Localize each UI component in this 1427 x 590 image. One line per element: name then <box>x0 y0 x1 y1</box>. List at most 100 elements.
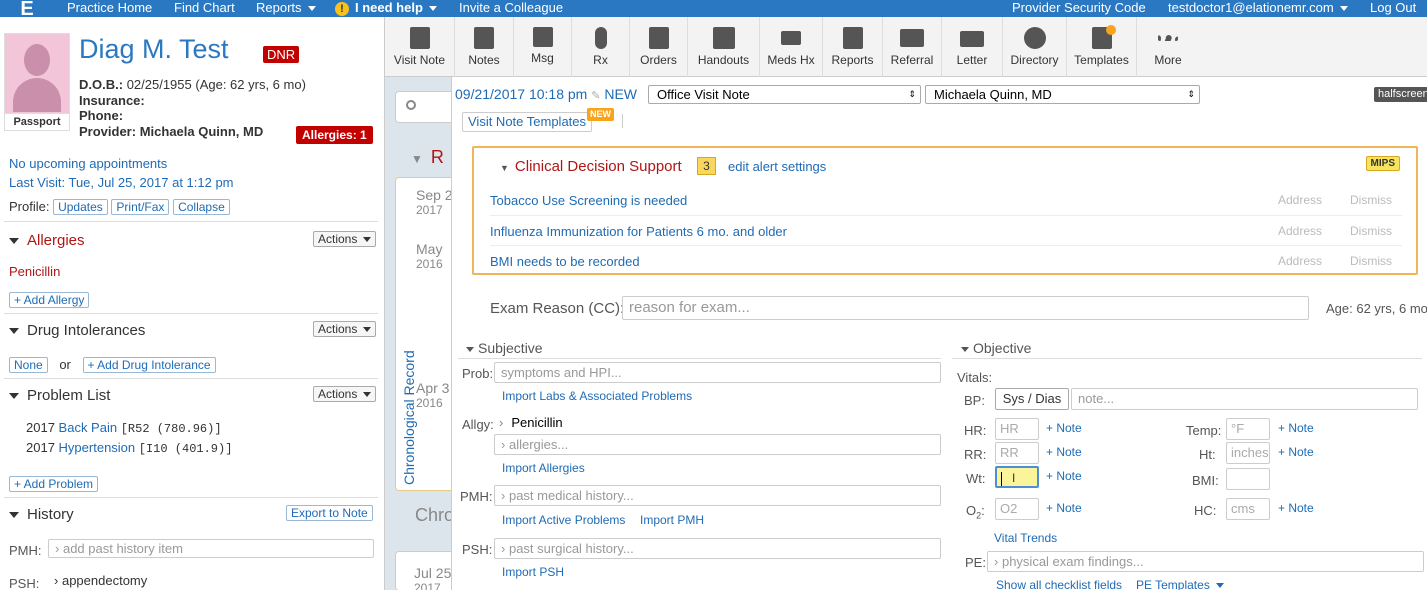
allergies-actions-button[interactable]: Actions <box>313 231 377 247</box>
toolbar-orders[interactable]: Orders <box>630 17 688 77</box>
objective-section-title[interactable]: Objective <box>961 340 1031 356</box>
bp-note-input[interactable]: note... <box>1071 388 1418 410</box>
address-link[interactable]: Address <box>1278 193 1322 207</box>
toolbar-notes[interactable]: Notes <box>455 17 514 77</box>
nav-invite-colleague[interactable]: Invite a Colleague <box>459 0 563 15</box>
bp-sys-dias-button[interactable]: Sys / Dias <box>995 388 1069 410</box>
hc-add-note-link[interactable]: + Note <box>1278 501 1314 515</box>
pe-templates-link[interactable]: PE Templates <box>1136 578 1224 590</box>
export-to-note-button[interactable]: Export to Note <box>286 505 373 521</box>
import-pmh-link[interactable]: Import PMH <box>640 513 704 527</box>
pmh-input[interactable]: › add past history item <box>48 539 374 558</box>
rr-add-note-link[interactable]: + Note <box>1046 445 1082 459</box>
wt-input[interactable]: I <box>995 466 1039 488</box>
o2-input[interactable]: O2 <box>995 498 1039 520</box>
toolbar-handouts[interactable]: Handouts <box>688 17 760 77</box>
exam-reason-input[interactable]: reason for exam... <box>622 296 1309 320</box>
edit-alert-settings-link[interactable]: edit alert settings <box>728 159 826 174</box>
hr-add-note-link[interactable]: + Note <box>1046 421 1082 435</box>
ht-input[interactable]: inches <box>1226 442 1270 464</box>
toolbar-directory[interactable]: Directory <box>1003 17 1067 77</box>
dismiss-link[interactable]: Dismiss <box>1350 254 1392 268</box>
last-visit[interactable]: Last Visit: Tue, Jul 25, 2017 at 1:12 pm <box>9 175 234 190</box>
nav-provider-security-code[interactable]: Provider Security Code <box>1012 0 1146 15</box>
note-datetime[interactable]: 09/21/2017 10:18 pm ✎ NEW <box>455 86 637 102</box>
insurance-label: Insurance: <box>79 93 145 108</box>
dismiss-link[interactable]: Dismiss <box>1350 193 1392 207</box>
toolbar-templates[interactable]: Templates <box>1067 17 1137 77</box>
address-link[interactable]: Address <box>1278 254 1322 268</box>
note-type-select[interactable]: Office Visit Note ⇕ <box>648 85 921 104</box>
nav-user-email[interactable]: testdoctor1@elationemr.com <box>1168 0 1348 15</box>
show-checklist-fields-link[interactable]: Show all checklist fields <box>996 578 1122 590</box>
vital-trends-link[interactable]: Vital Trends <box>994 531 1057 545</box>
o2-add-note-link[interactable]: + Note <box>1046 501 1082 515</box>
upcoming-appointments[interactable]: No upcoming appointments <box>9 156 167 171</box>
record-search-box[interactable] <box>395 91 455 123</box>
psh-item[interactable]: › appendectomy <box>54 573 147 588</box>
import-psh-link[interactable]: Import PSH <box>502 565 564 579</box>
drug-intolerances-section-title[interactable]: Drug Intolerances <box>9 322 145 339</box>
import-labs-link[interactable]: Import Labs & Associated Problems <box>502 389 692 403</box>
problem-name-link[interactable]: Hypertension <box>59 440 136 455</box>
chronological-record-tab[interactable]: Chronological Record <box>401 345 417 485</box>
address-link[interactable]: Address <box>1278 224 1322 238</box>
rr-input[interactable]: RR <box>995 442 1039 464</box>
pmh-input[interactable]: › past medical history... <box>494 485 941 506</box>
allergy-item[interactable]: Penicillin <box>9 264 60 279</box>
add-problem-button[interactable]: + Add Problem <box>9 476 99 492</box>
cds-title[interactable]: ▼ Clinical Decision Support <box>500 158 682 175</box>
visit-note-templates-button[interactable]: Visit Note Templates <box>462 112 593 132</box>
allergies-section-title[interactable]: Allergies <box>9 232 85 249</box>
pe-input[interactable]: › physical exam findings... <box>987 551 1424 572</box>
prob-input[interactable]: symptoms and HPI... <box>494 362 941 383</box>
subjective-section-title[interactable]: Subjective <box>466 340 543 356</box>
import-allergies-link[interactable]: Import Allergies <box>502 461 585 475</box>
print-fax-button[interactable]: Print/Fax <box>111 199 170 215</box>
divider <box>4 221 378 222</box>
ht-add-note-link[interactable]: + Note <box>1278 445 1314 459</box>
none-button[interactable]: None <box>9 357 48 373</box>
history-section-title[interactable]: History <box>9 506 74 523</box>
toolbar-referral[interactable]: Referral <box>883 17 942 77</box>
toolbar-rx[interactable]: Rx <box>572 17 630 77</box>
intolerances-actions-button[interactable]: Actions <box>313 321 377 337</box>
nav-reports[interactable]: Reports <box>256 0 316 15</box>
hc-input[interactable]: cms <box>1226 498 1270 520</box>
allergies-badge[interactable]: Allergies: 1 <box>296 126 373 144</box>
toolbar-msg[interactable]: Msg <box>514 17 572 77</box>
problems-actions-button[interactable]: Actions <box>313 386 377 402</box>
cds-alert-link[interactable]: Influenza Immunization for Patients 6 mo… <box>490 224 787 239</box>
wt-add-note-link[interactable]: + Note <box>1046 469 1082 483</box>
allergy-entry[interactable]: › Penicillin <box>499 415 563 430</box>
nav-practice-home[interactable]: Practice Home <box>67 0 152 15</box>
cds-alert-link[interactable]: BMI needs to be recorded <box>490 254 640 269</box>
passport-button[interactable]: Passport <box>5 113 69 130</box>
toolbar-letter[interactable]: Letter <box>942 17 1003 77</box>
add-drug-intolerance-button[interactable]: + Add Drug Intolerance <box>82 357 216 373</box>
updates-button[interactable]: Updates <box>53 199 108 215</box>
psh-input[interactable]: › past surgical history... <box>494 538 941 559</box>
import-active-problems-link[interactable]: Import Active Problems <box>502 513 625 527</box>
add-allergy-button[interactable]: + Add Allergy <box>9 292 90 308</box>
pmh-label: PMH: <box>9 543 42 558</box>
temp-add-note-link[interactable]: + Note <box>1278 421 1314 435</box>
collapse-button[interactable]: Collapse <box>173 199 230 215</box>
problem-list-section-title[interactable]: Problem List <box>9 387 110 404</box>
problem-name-link[interactable]: Back Pain <box>59 420 118 435</box>
allergies-input[interactable]: › allergies... <box>494 434 941 455</box>
toolbar-reports[interactable]: Reports <box>823 17 883 77</box>
toolbar-meds-hx[interactable]: Meds Hx <box>760 17 823 77</box>
cds-alert-link[interactable]: Tobacco Use Screening is needed <box>490 193 687 208</box>
nav-log-out[interactable]: Log Out <box>1370 0 1416 15</box>
avatar[interactable]: Passport <box>4 33 70 131</box>
halfscreen-button[interactable]: halfscreen <box>1374 87 1427 102</box>
toolbar-more[interactable]: More <box>1137 17 1199 77</box>
hr-input[interactable]: HR <box>995 418 1039 440</box>
dismiss-link[interactable]: Dismiss <box>1350 224 1392 238</box>
toolbar-visit-note[interactable]: Visit Note <box>385 17 455 77</box>
nav-help[interactable]: ! I need help <box>335 0 437 16</box>
nav-find-chart[interactable]: Find Chart <box>174 0 235 15</box>
temp-input[interactable]: °F <box>1226 418 1270 440</box>
note-provider-select[interactable]: Michaela Quinn, MD ⇕ <box>925 85 1200 104</box>
